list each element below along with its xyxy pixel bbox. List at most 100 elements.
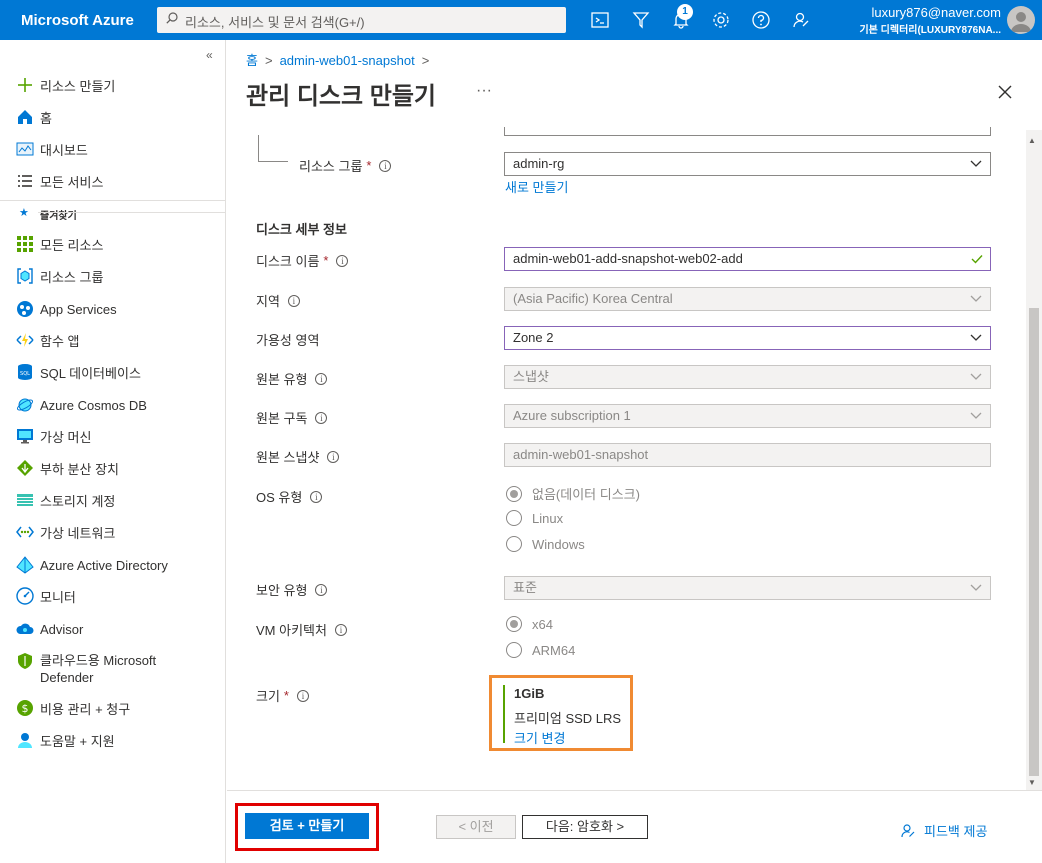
breadcrumb-home[interactable]: 홈 <box>246 53 258 68</box>
disk-name-label: 디스크 이름 * i <box>256 251 349 270</box>
sidebar-item-create-resource[interactable]: 리소스 만들기 <box>16 73 115 97</box>
scrollbar-thumb[interactable] <box>1029 308 1039 776</box>
availability-zone-select[interactable]: Zone 2 <box>504 326 991 350</box>
chevron-down-icon <box>970 584 982 591</box>
footer-bar: 검토 + 만들기 < 이전 다음: 암호화 > 피드백 제공 <box>227 790 1042 863</box>
region-select: (Asia Pacific) Korea Central <box>504 287 991 311</box>
radio-unselected <box>506 510 522 526</box>
chevron-down-icon <box>970 334 982 341</box>
sidebar-item-label: 모든 서비스 <box>40 174 104 190</box>
grid-icon <box>16 235 34 253</box>
cloud-shell-icon[interactable] <box>590 10 610 30</box>
form-area: 리소스 그룹 * i admin-rg 새로 만들기 디스크 세부 정보 디스크 이… <box>227 127 1042 790</box>
sidebar-item-virtual-machines[interactable]: 가상 머신 <box>16 424 91 448</box>
sidebar-item-dashboard[interactable]: 대시보드 <box>16 137 88 161</box>
directory-filter-icon[interactable] <box>631 10 651 30</box>
disk-name-input[interactable]: admin-web01-add-snapshot-web02-add <box>504 247 991 271</box>
sidebar-item-all-resources[interactable]: 모든 리소스 <box>16 232 103 256</box>
feedback-icon <box>901 823 915 837</box>
vm-architecture-radio-arm64[interactable]: ARM64 <box>506 642 575 658</box>
resource-group-icon <box>16 267 34 285</box>
storage-icon <box>16 491 34 509</box>
subscription-select[interactable] <box>504 127 991 136</box>
sidebar-item-monitor[interactable]: 모니터 <box>16 584 76 608</box>
chevron-down-icon <box>970 412 982 419</box>
avatar[interactable] <box>1007 6 1035 34</box>
feedback-icon[interactable] <box>791 10 811 30</box>
resource-group-select[interactable]: admin-rg <box>504 152 991 176</box>
sidebar-item-label: 함수 앱 <box>40 333 80 349</box>
availability-zone-label: 가용성 영역 <box>256 333 320 348</box>
svg-text:SQL: SQL <box>20 371 30 377</box>
source-subscription-value: Azure subscription 1 <box>513 408 631 423</box>
close-icon[interactable] <box>996 83 1014 101</box>
vnet-icon <box>16 523 34 541</box>
give-feedback-link[interactable]: 피드백 제공 <box>900 821 987 840</box>
settings-gear-icon[interactable] <box>711 10 731 30</box>
source-type-select: 스냅샷 <box>504 365 991 389</box>
disk-details-heading: 디스크 세부 정보 <box>256 222 347 237</box>
info-icon: i <box>315 411 328 424</box>
sidebar-item-label: 리소스 만들기 <box>40 78 116 94</box>
aad-icon <box>16 556 34 574</box>
sidebar-item-cosmos-db[interactable]: Azure Cosmos DB <box>16 393 147 417</box>
scroll-down-arrow[interactable]: ▼ <box>1028 778 1036 787</box>
os-type-radio-windows[interactable]: Windows <box>506 536 585 552</box>
sidebar-item-function-app[interactable]: 함수 앱 <box>16 328 80 352</box>
sidebar-item-all-services[interactable]: 모든 서비스 <box>16 169 103 193</box>
info-icon: i <box>296 689 309 702</box>
size-label: 크기 * i <box>256 686 309 705</box>
sidebar-item-storage-accounts[interactable]: 스토리지 계정 <box>16 488 115 512</box>
global-search-input[interactable]: 리소스, 서비스 및 문서 검색(G+/) <box>157 7 566 33</box>
source-snapshot-value: admin-web01-snapshot <box>513 447 649 462</box>
sidebar-item-azure-active-directory[interactable]: Azure Active Directory <box>16 553 168 577</box>
create-new-resource-group-link[interactable]: 새로 만들기 <box>505 177 568 196</box>
region-value: (Asia Pacific) Korea Central <box>513 291 673 306</box>
sidebar-item-app-services[interactable]: App Services <box>16 297 117 321</box>
disk-name-value: admin-web01-add-snapshot-web02-add <box>513 251 743 266</box>
vm-architecture-radio-x64[interactable]: x64 <box>506 616 553 632</box>
notification-badge: 1 <box>677 4 693 20</box>
breadcrumb-separator: > <box>264 53 273 68</box>
sidebar-divider <box>38 212 226 213</box>
review-create-button[interactable]: 검토 + 만들기 <box>245 813 369 839</box>
sidebar-item-resource-groups[interactable]: 리소스 그룹 <box>16 264 103 288</box>
sidebar-item-label: 모니터 <box>40 589 76 605</box>
collapse-sidebar-button[interactable]: « <box>206 48 213 62</box>
sidebar-item-cost-management[interactable]: $ 비용 관리 + 청구 <box>16 696 130 720</box>
os-type-radio-linux[interactable]: Linux <box>506 510 563 526</box>
radio-selected <box>506 616 522 632</box>
sidebar-item-home[interactable]: 홈 <box>16 105 52 129</box>
info-icon: i <box>315 372 328 385</box>
sidebar-item-virtual-networks[interactable]: 가상 네트워크 <box>16 520 115 544</box>
more-options-button[interactable]: ··· <box>476 82 492 100</box>
vm-icon <box>16 427 34 445</box>
change-size-link[interactable]: 크기 변경 <box>514 728 565 747</box>
sidebar-item-defender[interactable]: 클라우드용 Microsoft Defender <box>16 652 156 686</box>
brand-logo[interactable]: Microsoft Azure <box>21 12 134 29</box>
account-directory: 기본 디렉터리(LUXURY876NA... <box>859 25 1001 36</box>
account-menu[interactable]: luxury876@naver.com 기본 디렉터리(LUXURY876NA.… <box>859 5 1001 36</box>
app-services-icon <box>16 300 34 318</box>
sidebar-item-advisor[interactable]: Advisor <box>16 617 83 641</box>
help-icon[interactable] <box>751 10 771 30</box>
search-placeholder: 리소스, 서비스 및 문서 검색(G+/) <box>185 15 365 30</box>
dashboard-icon <box>16 140 34 158</box>
os-type-radio-none[interactable]: 없음(데이터 디스크) <box>506 484 640 503</box>
next-encryption-button[interactable]: 다음: 암호화 > <box>522 815 648 839</box>
region-label: 지역 i <box>256 291 300 310</box>
sidebar-item-help-support[interactable]: 도움말 + 지원 <box>16 728 115 752</box>
sidebar-divider <box>0 200 226 201</box>
breadcrumb-snapshot[interactable]: admin-web01-snapshot <box>280 53 415 68</box>
sql-icon: SQL <box>16 363 34 381</box>
info-icon: i <box>379 159 392 172</box>
sidebar-item-label: 가상 머신 <box>40 429 92 445</box>
info-icon: i <box>336 254 349 267</box>
advisor-icon <box>16 620 34 638</box>
sidebar-item-label: 모든 리소스 <box>40 237 104 253</box>
sidebar-item-sql-database[interactable]: SQL SQL 데이터베이스 <box>16 360 141 384</box>
svg-text:$: $ <box>22 702 29 715</box>
info-icon: i <box>334 623 347 636</box>
sidebar-item-load-balancers[interactable]: 부하 분산 장치 <box>16 456 119 480</box>
scroll-up-arrow[interactable]: ▲ <box>1028 136 1036 145</box>
